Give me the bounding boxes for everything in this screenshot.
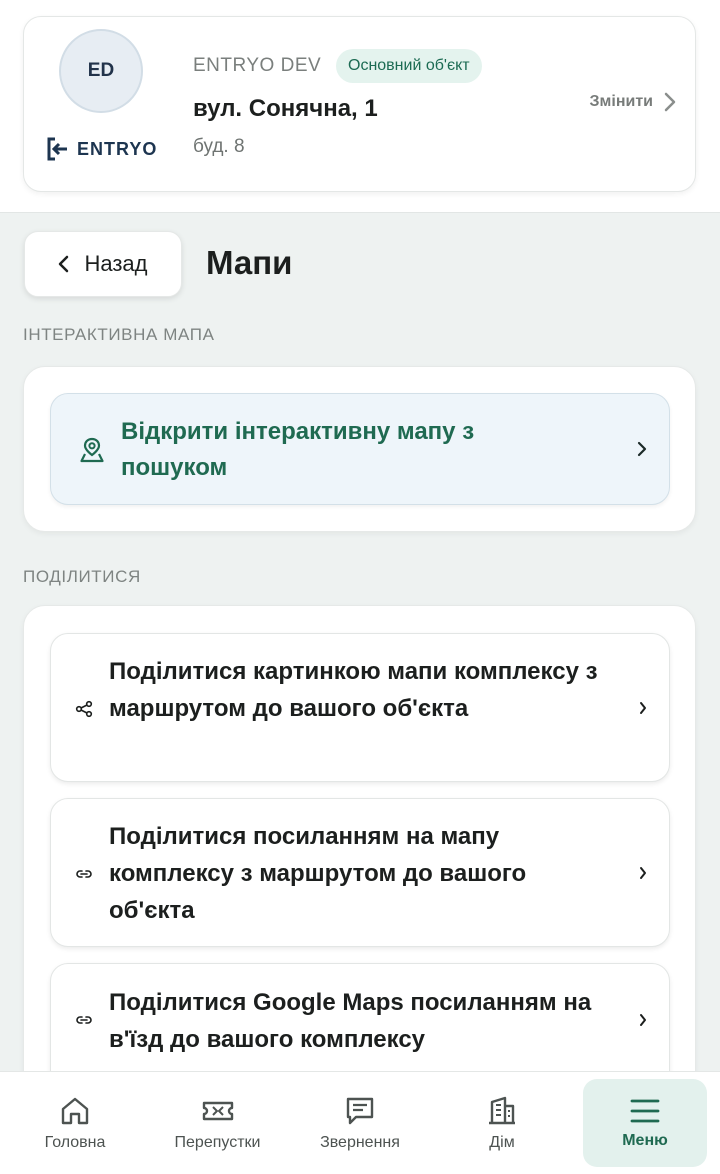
brand-logo: ENTRYO bbox=[45, 136, 157, 162]
menu-icon bbox=[630, 1099, 660, 1123]
brand-name: ENTRYO bbox=[77, 138, 158, 159]
chevron-right-icon bbox=[637, 441, 647, 457]
nav-menu[interactable]: Меню bbox=[583, 1079, 707, 1167]
chevron-left-icon bbox=[59, 255, 69, 273]
link-icon bbox=[76, 870, 92, 878]
share-item-label: Поділитися картинкою мапи комплексу з ма… bbox=[109, 658, 598, 722]
bottom-navigation: Головна Перепустки Звернення Дім Меню bbox=[0, 1071, 720, 1174]
chevron-right-icon bbox=[640, 1014, 646, 1026]
back-label: Назад bbox=[84, 251, 148, 276]
interactive-map-section-label: ІНТЕРАКТИВНА МАПА bbox=[23, 325, 215, 344]
object-street: вул. Сонячна, 1 bbox=[193, 95, 378, 122]
nav-label: Дім bbox=[489, 1134, 515, 1151]
entryo-logo-icon bbox=[47, 137, 67, 161]
open-interactive-map-button[interactable]: Відкрити інтерактивну мапу з пошуком bbox=[50, 393, 670, 505]
change-label: Змінити bbox=[589, 93, 653, 110]
nav-requests[interactable]: Звернення bbox=[290, 1072, 430, 1174]
building-icon bbox=[489, 1096, 515, 1125]
share-icon bbox=[75, 700, 93, 718]
object-header: ED ENTRYO ENTRYO DEV Основний об'єкт вул… bbox=[0, 0, 720, 213]
message-icon bbox=[346, 1097, 374, 1125]
share-map-link-button[interactable]: Поділитися посиланням на мапу комплексу … bbox=[50, 798, 670, 947]
link-icon bbox=[76, 1016, 92, 1024]
nav-passes[interactable]: Перепустки bbox=[145, 1072, 290, 1174]
map-pin-icon bbox=[80, 437, 104, 463]
avatar-initials: ED bbox=[87, 60, 115, 81]
nav-home[interactable]: Головна bbox=[0, 1072, 150, 1174]
avatar: ED bbox=[59, 29, 143, 113]
page-title: Мапи bbox=[206, 244, 293, 281]
nav-label: Звернення bbox=[320, 1134, 400, 1151]
share-item-label: Поділитися Google Maps посиланням на в'ї… bbox=[109, 989, 592, 1053]
open-map-label: Відкрити інтерактивну мапу з пошуком bbox=[121, 418, 475, 481]
interactive-map-panel: Відкрити інтерактивну мапу з пошуком bbox=[23, 366, 696, 532]
nav-label: Перепустки bbox=[174, 1134, 261, 1151]
chevron-right-icon bbox=[640, 867, 646, 879]
organization-name: ENTRYO DEV bbox=[193, 55, 322, 76]
back-button[interactable]: Назад bbox=[24, 231, 182, 297]
change-object-button[interactable]: Змінити bbox=[590, 91, 677, 113]
object-building: буд. 8 bbox=[193, 136, 245, 157]
object-card[interactable]: ED ENTRYO ENTRYO DEV Основний об'єкт вул… bbox=[23, 16, 696, 192]
share-section-label: ПОДІЛИТИСЯ bbox=[23, 567, 141, 586]
nav-home-building[interactable]: Дім bbox=[432, 1072, 572, 1174]
chevron-right-icon bbox=[640, 702, 646, 714]
home-icon bbox=[61, 1097, 89, 1125]
ticket-icon bbox=[202, 1101, 233, 1121]
primary-object-badge: Основний об'єкт bbox=[336, 49, 482, 83]
nav-label: Меню bbox=[622, 1132, 668, 1149]
nav-label: Головна bbox=[44, 1134, 106, 1151]
share-panel: Поділитися картинкою мапи комплексу з ма… bbox=[23, 605, 696, 1125]
chevron-right-icon bbox=[664, 92, 676, 112]
share-item-label: Поділитися посиланням на мапу комплексу … bbox=[109, 823, 527, 924]
share-map-image-button[interactable]: Поділитися картинкою мапи комплексу з ма… bbox=[50, 633, 670, 782]
